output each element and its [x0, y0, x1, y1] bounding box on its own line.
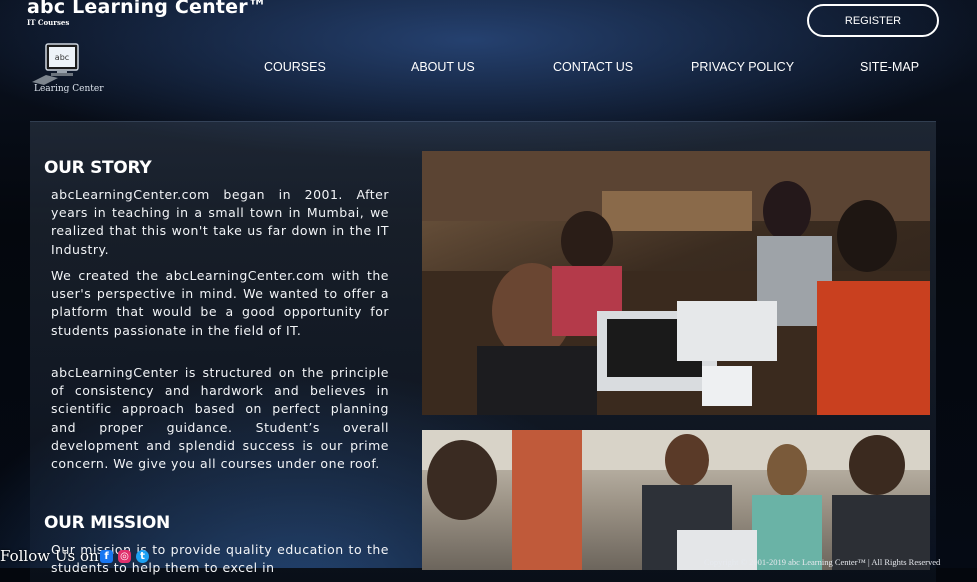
svg-text:abc: abc	[55, 53, 69, 62]
instagram-icon[interactable]: ◎	[118, 550, 131, 563]
site-header: abc Learning Center™ IT Courses abc Lear…	[0, 0, 977, 120]
students-study-photo	[422, 151, 930, 415]
follow-us-label: Follow Us on:	[0, 547, 104, 565]
students-study-image	[422, 151, 930, 415]
story-title: OUR STORY	[44, 158, 152, 178]
story-paragraph-3: abcLearningCenter is structured on the p…	[51, 365, 389, 472]
copyright-text: Copyright © 2001-2019 abc Learning Cente…	[704, 557, 941, 567]
mission-title: OUR MISSION	[44, 513, 170, 533]
nav-about-us[interactable]: ABOUT US	[411, 60, 475, 74]
story-paragraph-1: abcLearningCenter.com began in 2001. Aft…	[51, 187, 389, 257]
brand-tagline: IT Courses	[27, 18, 70, 27]
monitor-logo-icon: abc	[32, 43, 79, 85]
nav-contact-us[interactable]: CONTACT US	[553, 60, 633, 74]
brand-title[interactable]: abc Learning Center™	[27, 0, 267, 18]
nav-site-map[interactable]: SITE-MAP	[860, 60, 919, 74]
nav-courses[interactable]: COURSES	[264, 60, 326, 74]
facebook-icon[interactable]: f	[100, 550, 113, 563]
logo-caption: Learing Center	[34, 84, 104, 94]
twitter-icon[interactable]: t	[136, 550, 149, 563]
register-button[interactable]: REGISTER	[807, 4, 939, 37]
students-meeting-image	[422, 430, 930, 570]
story-paragraph-2: We created the abcLearningCenter.com wit…	[51, 268, 389, 338]
site-logo[interactable]: abc Learing Center	[30, 42, 104, 98]
nav-privacy-policy[interactable]: PRIVACY POLICY	[691, 60, 794, 74]
students-meeting-photo	[422, 430, 930, 570]
